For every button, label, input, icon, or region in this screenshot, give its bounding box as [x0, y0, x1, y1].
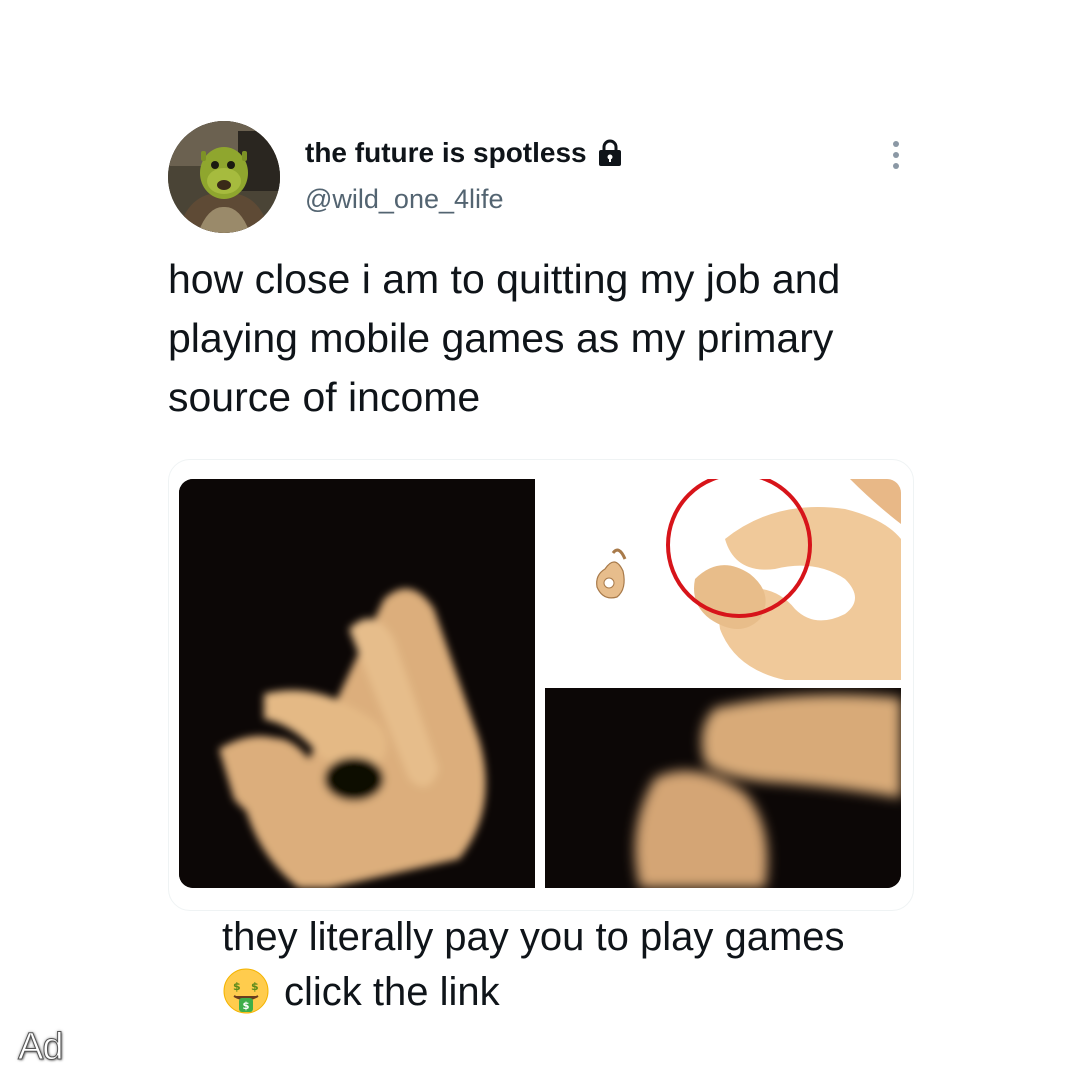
ok-hand-zoom-image[interactable] [545, 688, 901, 888]
tweet-text: how close i am to quitting my job and pl… [168, 256, 841, 420]
caption-line-2: $ $ $ click the link [222, 965, 922, 1020]
money-mouth-face-icon: $ $ $ [222, 967, 270, 1015]
caption-line-2-text[interactable]: click the link [284, 970, 500, 1014]
ok-hand-gesture-image[interactable] [179, 479, 535, 888]
ok-hand-emoji-circled-image[interactable] [545, 479, 901, 680]
more-options-icon[interactable] [884, 138, 908, 172]
ad-post: the future is spotless @wild_one_4life h… [0, 0, 1080, 1080]
caption-line-1: they literally pay you to play games [222, 915, 845, 959]
display-name-text: the future is spotless [305, 137, 587, 168]
ad-caption: they literally pay you to play games $ $… [222, 910, 922, 1020]
media-grid[interactable] [168, 459, 914, 911]
svg-text:$: $ [243, 1001, 250, 1012]
svg-text:$: $ [251, 980, 259, 993]
user-handle[interactable]: @wild_one_4life [305, 184, 504, 215]
avatar[interactable] [168, 121, 280, 233]
display-name[interactable]: the future is spotless [305, 137, 623, 169]
ad-badge: Ad [17, 1026, 64, 1069]
svg-text:$: $ [233, 980, 241, 993]
avatar-image [168, 121, 280, 233]
lock-icon [597, 139, 623, 167]
